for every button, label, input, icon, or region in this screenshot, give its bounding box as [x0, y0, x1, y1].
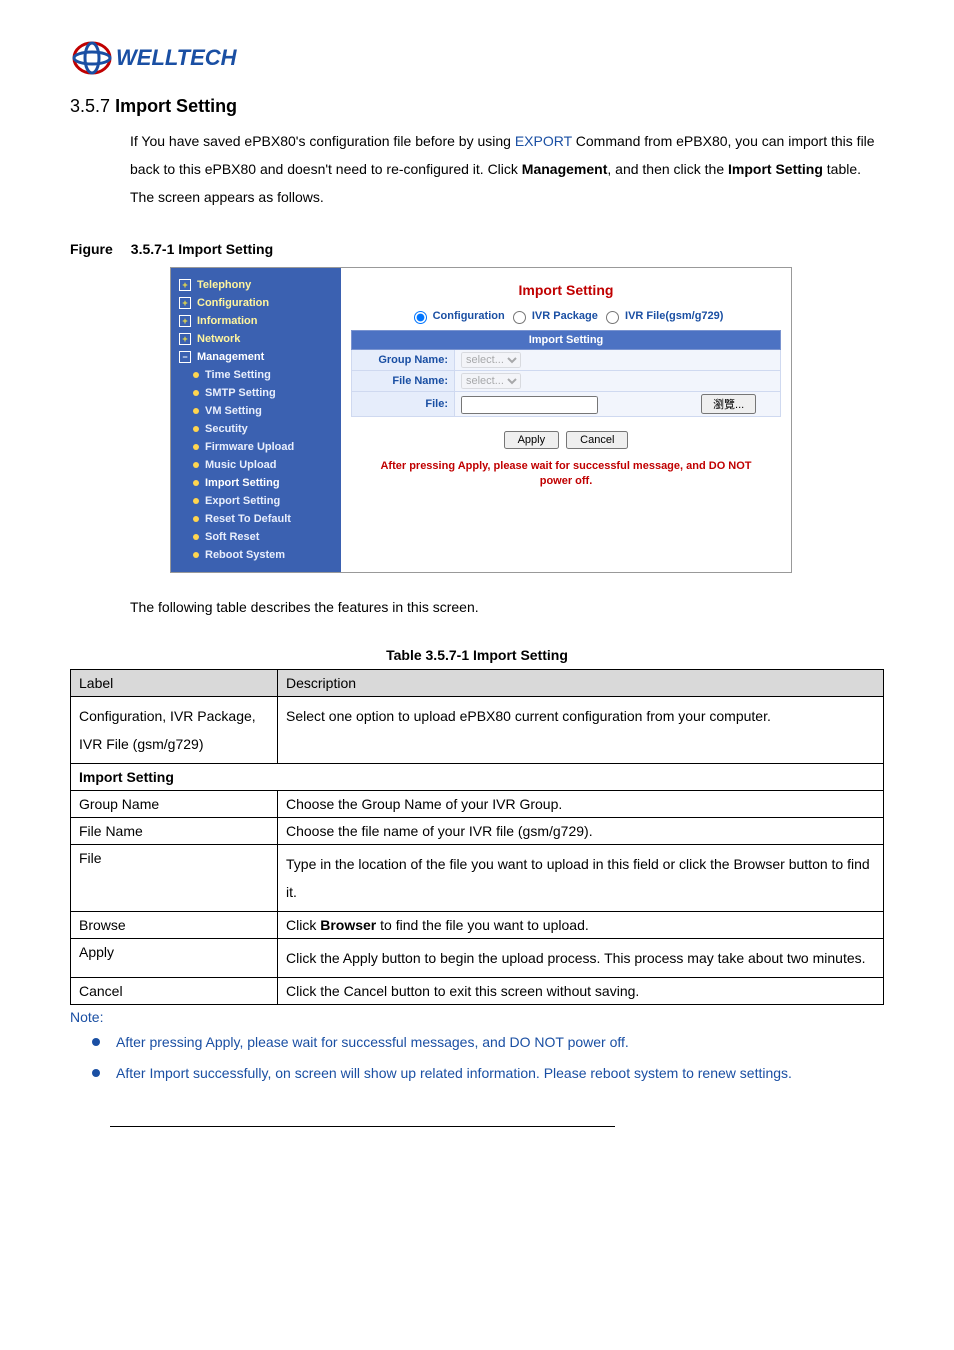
- panel-title: Import Setting: [351, 276, 781, 308]
- bullet-icon: [193, 552, 199, 558]
- bullet-icon: [193, 408, 199, 414]
- bullet-icon: [193, 534, 199, 540]
- figure-caption: Figure3.5.7-1 Import Setting: [70, 241, 884, 257]
- bullet-icon: [193, 390, 199, 396]
- bullet-icon: [193, 480, 199, 486]
- intro-paragraph: If You have saved ePBX80's configuration…: [130, 127, 884, 211]
- sidebar-sub-smtp-setting[interactable]: SMTP Setting: [171, 384, 341, 402]
- file-name-label: File Name:: [352, 371, 455, 392]
- bullet-icon: [193, 516, 199, 522]
- minus-icon: −: [179, 351, 191, 363]
- sidebar-sub-reset-to-default[interactable]: Reset To Default: [171, 510, 341, 528]
- globe-icon: [70, 40, 114, 76]
- sidebar-sub-soft-reset[interactable]: Soft Reset: [171, 528, 341, 546]
- screenshot-figure: +Telephony +Configuration +Information +…: [170, 267, 792, 573]
- main-panel: Import Setting Configuration IVR Package…: [341, 268, 791, 572]
- note-item: After Import successfully, on screen wil…: [92, 1060, 884, 1087]
- apply-button[interactable]: Apply: [504, 431, 560, 449]
- table-row: File Type in the location of the file yo…: [71, 845, 884, 912]
- browse-button[interactable]: 瀏覽...: [701, 394, 756, 414]
- table-caption: Table 3.5.7-1 Import Setting: [70, 647, 884, 663]
- table-row: Browse Click Browser to find the file yo…: [71, 912, 884, 939]
- sidebar-item-information[interactable]: +Information: [171, 312, 341, 330]
- bullet-icon: [193, 444, 199, 450]
- plus-icon: +: [179, 333, 191, 345]
- sidebar-sub-reboot-system[interactable]: Reboot System: [171, 546, 341, 564]
- sidebar-item-network[interactable]: +Network: [171, 330, 341, 348]
- file-label: File:: [352, 392, 455, 417]
- sidebar-item-telephony[interactable]: +Telephony: [171, 276, 341, 294]
- after-figure-text: The following table describes the featur…: [130, 593, 884, 621]
- bullet-icon: [92, 1038, 100, 1046]
- brand-logo: WELLTECH: [70, 40, 884, 76]
- sidebar-sub-import-setting[interactable]: Import Setting: [171, 474, 341, 492]
- col-description: Description: [278, 670, 884, 697]
- table-row: Apply Click the Apply button to begin th…: [71, 939, 884, 978]
- table-row: Configuration, IVR Package, IVR File (gs…: [71, 697, 884, 764]
- group-name-select[interactable]: select...: [461, 352, 521, 368]
- sidebar-sub-security[interactable]: Secutity: [171, 420, 341, 438]
- section-title: Import Setting: [115, 96, 237, 116]
- radio-ivr-package[interactable]: IVR Package: [508, 310, 598, 322]
- plus-icon: +: [179, 315, 191, 327]
- note-item: After pressing Apply, please wait for su…: [92, 1029, 884, 1056]
- radio-group: Configuration IVR Package IVR File(gsm/g…: [351, 308, 781, 324]
- bullet-icon: [92, 1069, 100, 1077]
- table-header: Import Setting: [352, 331, 781, 350]
- nav-sidebar: +Telephony +Configuration +Information +…: [171, 268, 341, 572]
- brand-text: WELLTECH: [116, 45, 237, 71]
- section-heading: 3.5.7 Import Setting: [70, 96, 884, 117]
- sidebar-item-configuration[interactable]: +Configuration: [171, 294, 341, 312]
- group-name-label: Group Name:: [352, 350, 455, 371]
- export-link-text: EXPORT: [515, 133, 572, 149]
- sidebar-sub-time-setting[interactable]: Time Setting: [171, 366, 341, 384]
- bullet-icon: [193, 372, 199, 378]
- warning-text: After pressing Apply, please wait for su…: [351, 459, 781, 490]
- sidebar-sub-vm-setting[interactable]: VM Setting: [171, 402, 341, 420]
- cancel-button[interactable]: Cancel: [566, 431, 628, 449]
- bullet-icon: [193, 426, 199, 432]
- sidebar-item-management[interactable]: −Management: [171, 348, 341, 366]
- description-table: Label Description Configuration, IVR Pac…: [70, 669, 884, 1005]
- file-name-select[interactable]: select...: [461, 373, 521, 389]
- col-label: Label: [71, 670, 278, 697]
- bullet-icon: [193, 498, 199, 504]
- plus-icon: +: [179, 279, 191, 291]
- radio-ivr-file[interactable]: IVR File(gsm/g729): [601, 310, 723, 322]
- table-section-row: Import Setting: [71, 764, 884, 791]
- sidebar-sub-export-setting[interactable]: Export Setting: [171, 492, 341, 510]
- import-setting-table: Import Setting Group Name: select... Fil…: [351, 330, 781, 417]
- sidebar-sub-music-upload[interactable]: Music Upload: [171, 456, 341, 474]
- table-row: Group Name Choose the Group Name of your…: [71, 791, 884, 818]
- file-input[interactable]: [461, 396, 598, 414]
- sidebar-sub-firmware-upload[interactable]: Firmware Upload: [171, 438, 341, 456]
- table-row: File Name Choose the file name of your I…: [71, 818, 884, 845]
- section-number: 3.5.7: [70, 96, 110, 116]
- footer-divider: [110, 1126, 615, 1127]
- table-row: Cancel Click the Cancel button to exit t…: [71, 978, 884, 1005]
- radio-configuration[interactable]: Configuration: [409, 310, 505, 322]
- plus-icon: +: [179, 297, 191, 309]
- note-heading: Note:: [70, 1009, 884, 1025]
- bullet-icon: [193, 462, 199, 468]
